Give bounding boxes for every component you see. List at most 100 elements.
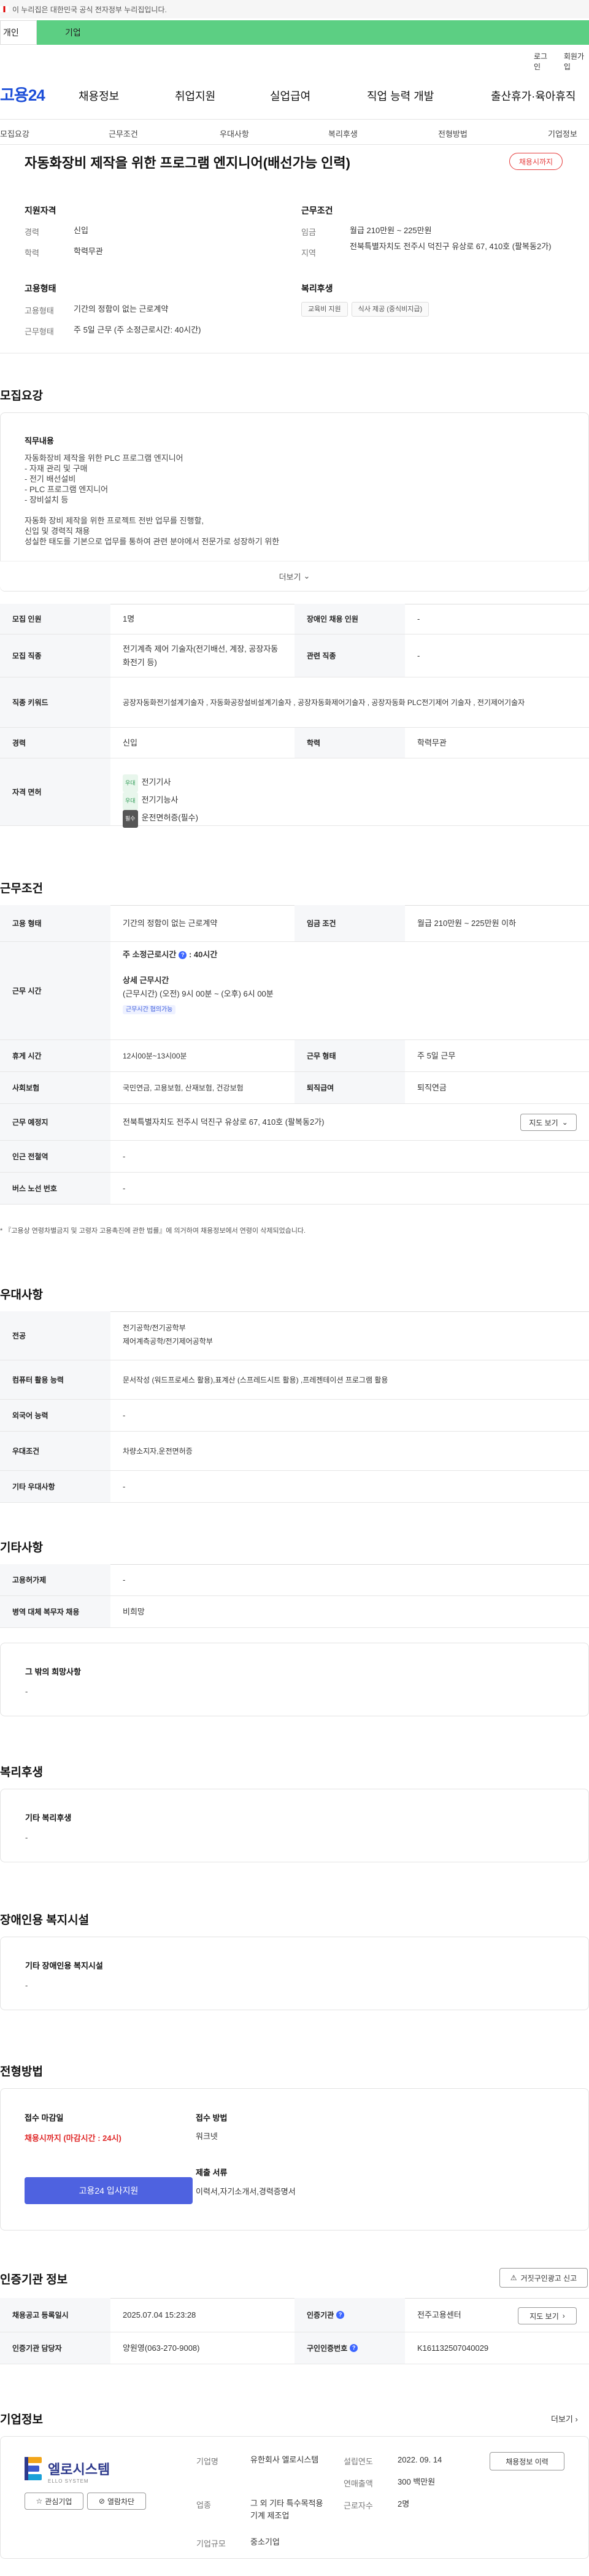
chevron-right-icon: › bbox=[575, 2415, 578, 2424]
more-toggle[interactable]: 더보기 ⌄ bbox=[0, 561, 589, 591]
company-more-link[interactable]: 더보기 › bbox=[551, 2413, 578, 2424]
condition-heading: 근무조건 bbox=[301, 206, 333, 215]
cert-heading: 인증기관 정보 bbox=[0, 2273, 68, 2286]
gnb-item-unemployment[interactable]: 실업급여 bbox=[270, 88, 310, 104]
site-logo[interactable]: 고용24 bbox=[0, 83, 80, 106]
map-button[interactable]: 지도 보기 ⌄ bbox=[520, 1114, 577, 1131]
map-button-label: 지도 보기 bbox=[529, 2312, 559, 2321]
td-education: 학력무관 bbox=[417, 738, 447, 747]
td-retirement: 퇴직연금 bbox=[417, 1082, 447, 1092]
tab-personal[interactable]: 개인 bbox=[0, 20, 37, 45]
td-subway: - bbox=[123, 1151, 126, 1161]
gnb-item-parental-leave[interactable]: 출산휴가·육아휴직 bbox=[491, 88, 576, 104]
company-logo-sub: ELLO SYSTEM bbox=[48, 2478, 89, 2484]
tab-welfare[interactable]: 복리후생 bbox=[328, 128, 358, 139]
table-row: 모집 직종 전기계측 제어 기술자(전기배선, 계장, 공장자동화전기 등) 관… bbox=[0, 634, 589, 677]
th-keyword: 직종 키워드 bbox=[0, 677, 110, 727]
tab-company[interactable]: 기업 bbox=[37, 20, 589, 45]
duty-line: - PLC 프로그램 엔지니어 bbox=[25, 485, 109, 494]
tab-pref[interactable]: 우대사항 bbox=[220, 128, 249, 139]
tab-work[interactable]: 근무조건 bbox=[109, 128, 138, 139]
company-logo-mark bbox=[25, 2457, 42, 2480]
block-company-button[interactable]: ⊘ 열람차단 bbox=[87, 2493, 146, 2510]
more-label: 더보기 bbox=[279, 572, 301, 582]
chevron-right-icon: › bbox=[562, 2312, 565, 2320]
gnb-item-employment-support[interactable]: 취업지원 bbox=[175, 88, 215, 104]
tab-company[interactable]: 기업정보 bbox=[548, 128, 577, 139]
table-row: 휴게 시간 12시00분~13시00분 근무 형태 주 5일 근무 bbox=[0, 1040, 589, 1072]
th-pc: 컴퓨터 활용 능력 bbox=[0, 1360, 110, 1399]
disability-box: 기타 장애인용 복지시설 - bbox=[0, 1937, 589, 2010]
td-place: 전북특별자치도 전주시 덕진구 유상로 67, 410호 (팔복동2가) bbox=[123, 1117, 325, 1127]
weekly-value: 40시간 bbox=[193, 950, 218, 959]
job-history-button[interactable]: 채용정보 이력 bbox=[490, 2452, 564, 2470]
wish-box: 그 밖의 희망사항 - bbox=[0, 1643, 589, 1716]
wage-value: 월급 210만원 ~ 225만원 bbox=[350, 226, 432, 235]
founded-key: 설립연도 bbox=[344, 2457, 373, 2466]
table-row: 채용공고 등록일시 2025.07.04 15:23:28 인증기관? 전주고용… bbox=[0, 2298, 589, 2332]
utility-nav: 로그인 회원가입 bbox=[534, 51, 589, 72]
th-count: 모집 인원 bbox=[0, 604, 110, 634]
gnb-item-training[interactable]: 직업 능력 개발 bbox=[367, 88, 434, 104]
chevron-down-icon: ⌄ bbox=[561, 1118, 568, 1127]
duty-title: 직무내용 bbox=[25, 436, 54, 445]
duty-text: 자동화장비 제작을 위한 PLC 프로그램 엔지니어 - 자재 관리 및 구매 … bbox=[25, 453, 564, 547]
license-tag: 우대 bbox=[123, 774, 138, 792]
siren-icon: ⚠ bbox=[510, 2273, 517, 2282]
work-type-key: 근무형태 bbox=[25, 327, 54, 336]
help-icon[interactable]: ? bbox=[179, 951, 187, 960]
duty-line: - 자재 관리 및 구매 bbox=[25, 464, 88, 473]
welfare-chip: 교육비 지원 bbox=[301, 302, 348, 317]
th-manager: 인증기관 담당자 bbox=[0, 2332, 110, 2364]
flex-hours-badge: 근무시간 협의가능 bbox=[123, 1005, 176, 1014]
wish-title: 그 밖의 희망사항 bbox=[25, 1667, 81, 1676]
other-heading: 기타사항 bbox=[0, 1541, 43, 1554]
docs-title: 제출 서류 bbox=[196, 2168, 228, 2177]
th-cert-no: 구인인증번호? bbox=[294, 2332, 405, 2364]
apply-button[interactable]: 고용24 입사지원 bbox=[25, 2177, 193, 2204]
td-permit: - bbox=[123, 1575, 126, 1584]
th-disabled: 장애인 채용 인원 bbox=[294, 604, 405, 634]
signup-link[interactable]: 회원가입 bbox=[564, 51, 589, 72]
education-key: 학력 bbox=[25, 249, 39, 258]
emp-type-value: 기간의 정함이 없는 근로계약 bbox=[74, 304, 169, 314]
td-bus: - bbox=[123, 1183, 126, 1193]
tab-recruit[interactable]: 모집요강 bbox=[0, 128, 29, 139]
th-retirement: 퇴직급여 bbox=[294, 1072, 405, 1103]
th-military: 병역 대체 복무자 채용 bbox=[0, 1596, 110, 1627]
career-value: 신입 bbox=[74, 226, 88, 235]
detail-value: (근무시간) (오전) 9시 00분 ~ (오후) 6시 00분 bbox=[123, 989, 274, 998]
location-value: 전북특별자치도 전주시 덕진구 유상로 67, 410호 (팔복동2가) bbox=[350, 242, 552, 251]
gnb-item-jobs[interactable]: 채용정보 bbox=[79, 88, 119, 104]
disability-title: 기타 장애인용 복지시설 bbox=[25, 1961, 103, 1970]
duty-line bbox=[25, 505, 564, 515]
td-emp: 기간의 정함이 없는 근로계약 bbox=[123, 918, 218, 928]
employment-heading: 고용형태 bbox=[25, 283, 56, 293]
help-icon[interactable]: ? bbox=[336, 2311, 345, 2319]
login-link[interactable]: 로그인 bbox=[534, 51, 553, 72]
td-lang: - bbox=[123, 1410, 126, 1420]
tab-selection[interactable]: 전형방법 bbox=[438, 128, 468, 139]
td-keyword: 공장자동화전기설계기술자 , 자동화공장설비설계기술자 , 공장자동화제어기술자… bbox=[123, 698, 525, 707]
company-size-key: 기업규모 bbox=[196, 2539, 226, 2548]
sales-value: 300 백만원 bbox=[398, 2477, 436, 2486]
favorite-label: 관심기업 bbox=[45, 2497, 72, 2506]
weekly-label: 주 소정근로시간 bbox=[123, 950, 177, 959]
th-education: 학력 bbox=[294, 728, 405, 758]
org-key: 인증기관 bbox=[307, 2311, 334, 2320]
org-map-button[interactable]: 지도 보기 › bbox=[518, 2307, 577, 2324]
welfare-box: 기타 복리후생 - bbox=[0, 1789, 589, 1862]
report-button[interactable]: ⚠ 거짓구인광고 신고 bbox=[499, 2268, 588, 2288]
emp-type-key: 고용형태 bbox=[25, 306, 54, 315]
td-related: - bbox=[417, 650, 420, 660]
th-license: 자격 면허 bbox=[0, 758, 110, 825]
gov-banner-text: 이 누리집은 대한민국 공식 전자정부 누리집입니다. bbox=[12, 5, 167, 14]
employees-key: 근로자수 bbox=[344, 2501, 373, 2510]
duty-line: 자동화장비 제작을 위한 PLC 프로그램 엔지니어 bbox=[25, 453, 183, 463]
table-row: 병역 대체 복무자 채용 비희망 bbox=[0, 1596, 589, 1628]
help-icon[interactable]: ? bbox=[350, 2344, 358, 2352]
license-item: 필수 운전면허증(필수) bbox=[123, 810, 589, 828]
welfare-heading: 복리후생 bbox=[301, 283, 333, 293]
block-label: 열람차단 bbox=[107, 2497, 135, 2506]
favorite-company-button[interactable]: ☆ 관심기업 bbox=[25, 2493, 83, 2510]
